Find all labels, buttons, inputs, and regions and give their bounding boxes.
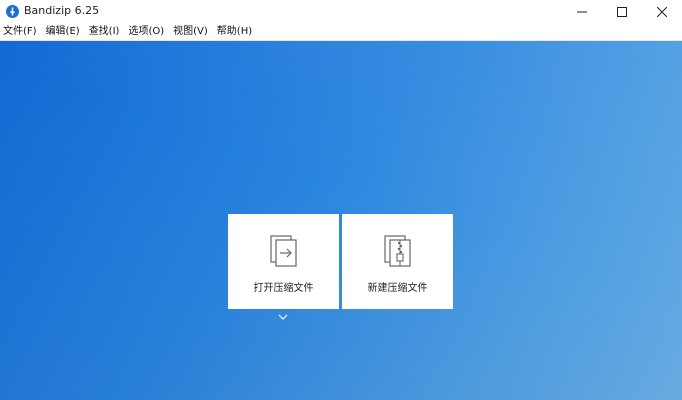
close-icon	[657, 6, 667, 17]
close-button[interactable]	[640, 0, 682, 23]
bandizip-window: Bandizip 6.25 文件(F) 编辑(E) 查找(I) 选项(O) 视图…	[0, 0, 682, 400]
open-archive-icon	[270, 235, 297, 267]
main-area: 打开压缩文件 新建压缩文件	[0, 41, 682, 400]
menu-view[interactable]: 视图(V)	[173, 23, 208, 41]
new-archive-icon	[384, 235, 411, 267]
maximize-icon	[617, 6, 627, 17]
menu-options[interactable]: 选项(O)	[128, 23, 164, 41]
new-archive-button[interactable]: 新建压缩文件	[342, 214, 453, 309]
chevron-down-icon[interactable]	[277, 313, 289, 321]
open-archive-label: 打开压缩文件	[253, 283, 314, 294]
new-archive-label: 新建压缩文件	[367, 283, 428, 294]
minimize-button[interactable]	[560, 0, 604, 23]
menu-help[interactable]: 帮助(H)	[217, 23, 252, 41]
title-bar[interactable]: Bandizip 6.25	[0, 0, 682, 23]
menu-edit[interactable]: 编辑(E)	[46, 23, 80, 41]
open-archive-button[interactable]: 打开压缩文件	[228, 214, 339, 309]
menu-bar: 文件(F) 编辑(E) 查找(I) 选项(O) 视图(V) 帮助(H)	[0, 23, 682, 41]
window-title: Bandizip 6.25	[24, 4, 100, 17]
menu-file[interactable]: 文件(F)	[3, 23, 37, 41]
menu-find[interactable]: 查找(I)	[89, 23, 120, 41]
minimize-icon	[577, 11, 587, 12]
background-shade	[0, 41, 682, 400]
bandizip-app-icon	[6, 5, 19, 18]
maximize-button[interactable]	[600, 0, 644, 23]
